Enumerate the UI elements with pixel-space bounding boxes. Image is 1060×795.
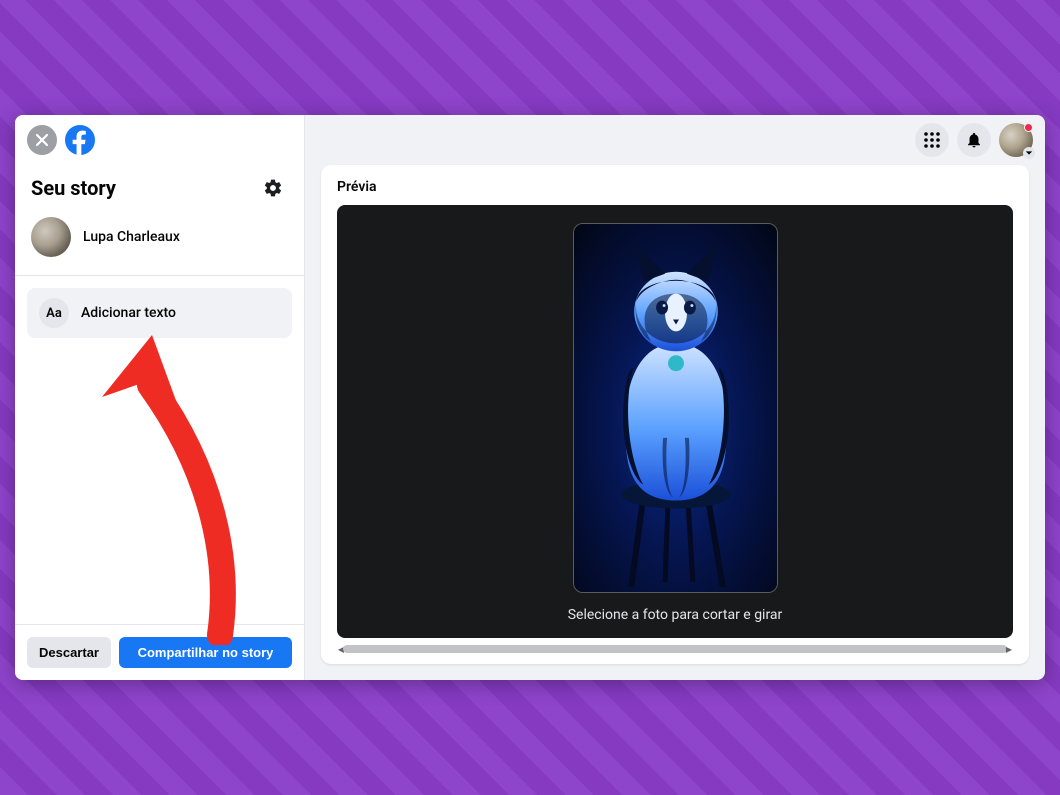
preview-stage: Selecione a foto para cortar e girar: [337, 205, 1013, 638]
user-name: Lupa Charleaux: [83, 229, 180, 245]
notification-badge: [1024, 123, 1033, 132]
settings-button[interactable]: [258, 173, 288, 203]
app-window: Seu story Lupa Charleaux Aa Adicionar te…: [15, 115, 1045, 680]
notifications-button[interactable]: [957, 123, 991, 157]
sidebar: Seu story Lupa Charleaux Aa Adicionar te…: [15, 115, 305, 680]
scrollbar-thumb[interactable]: [343, 645, 1007, 653]
main-area: Prévia: [305, 115, 1045, 680]
menu-grid-button[interactable]: [915, 123, 949, 157]
add-text-button[interactable]: Aa Adicionar texto: [27, 288, 292, 338]
scroll-right-icon: ▶: [1005, 644, 1013, 654]
bell-icon: [965, 131, 983, 149]
sidebar-footer: Descartar Compartilhar no story: [15, 624, 304, 680]
top-icons: [915, 123, 1033, 157]
add-text-label: Adicionar texto: [81, 305, 176, 321]
horizontal-scrollbar[interactable]: ◀ ▶: [337, 644, 1013, 654]
story-photo[interactable]: [573, 223, 778, 593]
preview-title: Prévia: [337, 179, 1013, 195]
text-aa-icon: Aa: [39, 298, 69, 328]
story-title-row: Seu story: [15, 163, 304, 207]
account-menu-button[interactable]: [999, 123, 1033, 157]
close-icon: [35, 133, 49, 147]
facebook-logo-icon[interactable]: [65, 125, 95, 155]
page-title: Seu story: [31, 176, 116, 200]
annotation-arrow-icon: [80, 335, 270, 645]
user-row: Lupa Charleaux: [15, 207, 304, 276]
sidebar-header: [15, 115, 304, 163]
user-avatar[interactable]: [31, 217, 71, 257]
preview-card: Prévia: [321, 165, 1029, 664]
gear-icon: [263, 178, 283, 198]
grid-icon: [923, 131, 941, 149]
share-story-button[interactable]: Compartilhar no story: [119, 637, 292, 668]
preview-instruction: Selecione a foto para cortar e girar: [568, 607, 783, 623]
chevron-down-icon: [1023, 147, 1035, 159]
close-button[interactable]: [27, 125, 57, 155]
discard-button[interactable]: Descartar: [27, 637, 111, 668]
